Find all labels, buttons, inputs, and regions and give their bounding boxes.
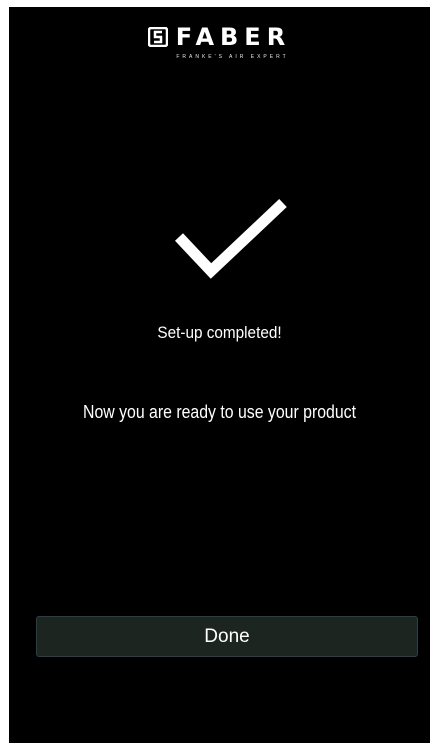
- checkmark-icon: [175, 199, 287, 279]
- brand-logo: FABER FRANKE'S AIR EXPERT: [9, 25, 430, 60]
- brand-tagline: FRANKE'S AIR EXPERT: [176, 54, 289, 60]
- faber-logo-icon: [147, 27, 168, 47]
- app-screen: FABER FRANKE'S AIR EXPERT Set-up complet…: [9, 7, 430, 743]
- ready-message: Now you are ready to use your product: [83, 402, 356, 422]
- done-button[interactable]: Done: [36, 616, 418, 657]
- setup-completed-title: Set-up completed!: [157, 323, 282, 342]
- brand-name: FABER: [175, 23, 292, 51]
